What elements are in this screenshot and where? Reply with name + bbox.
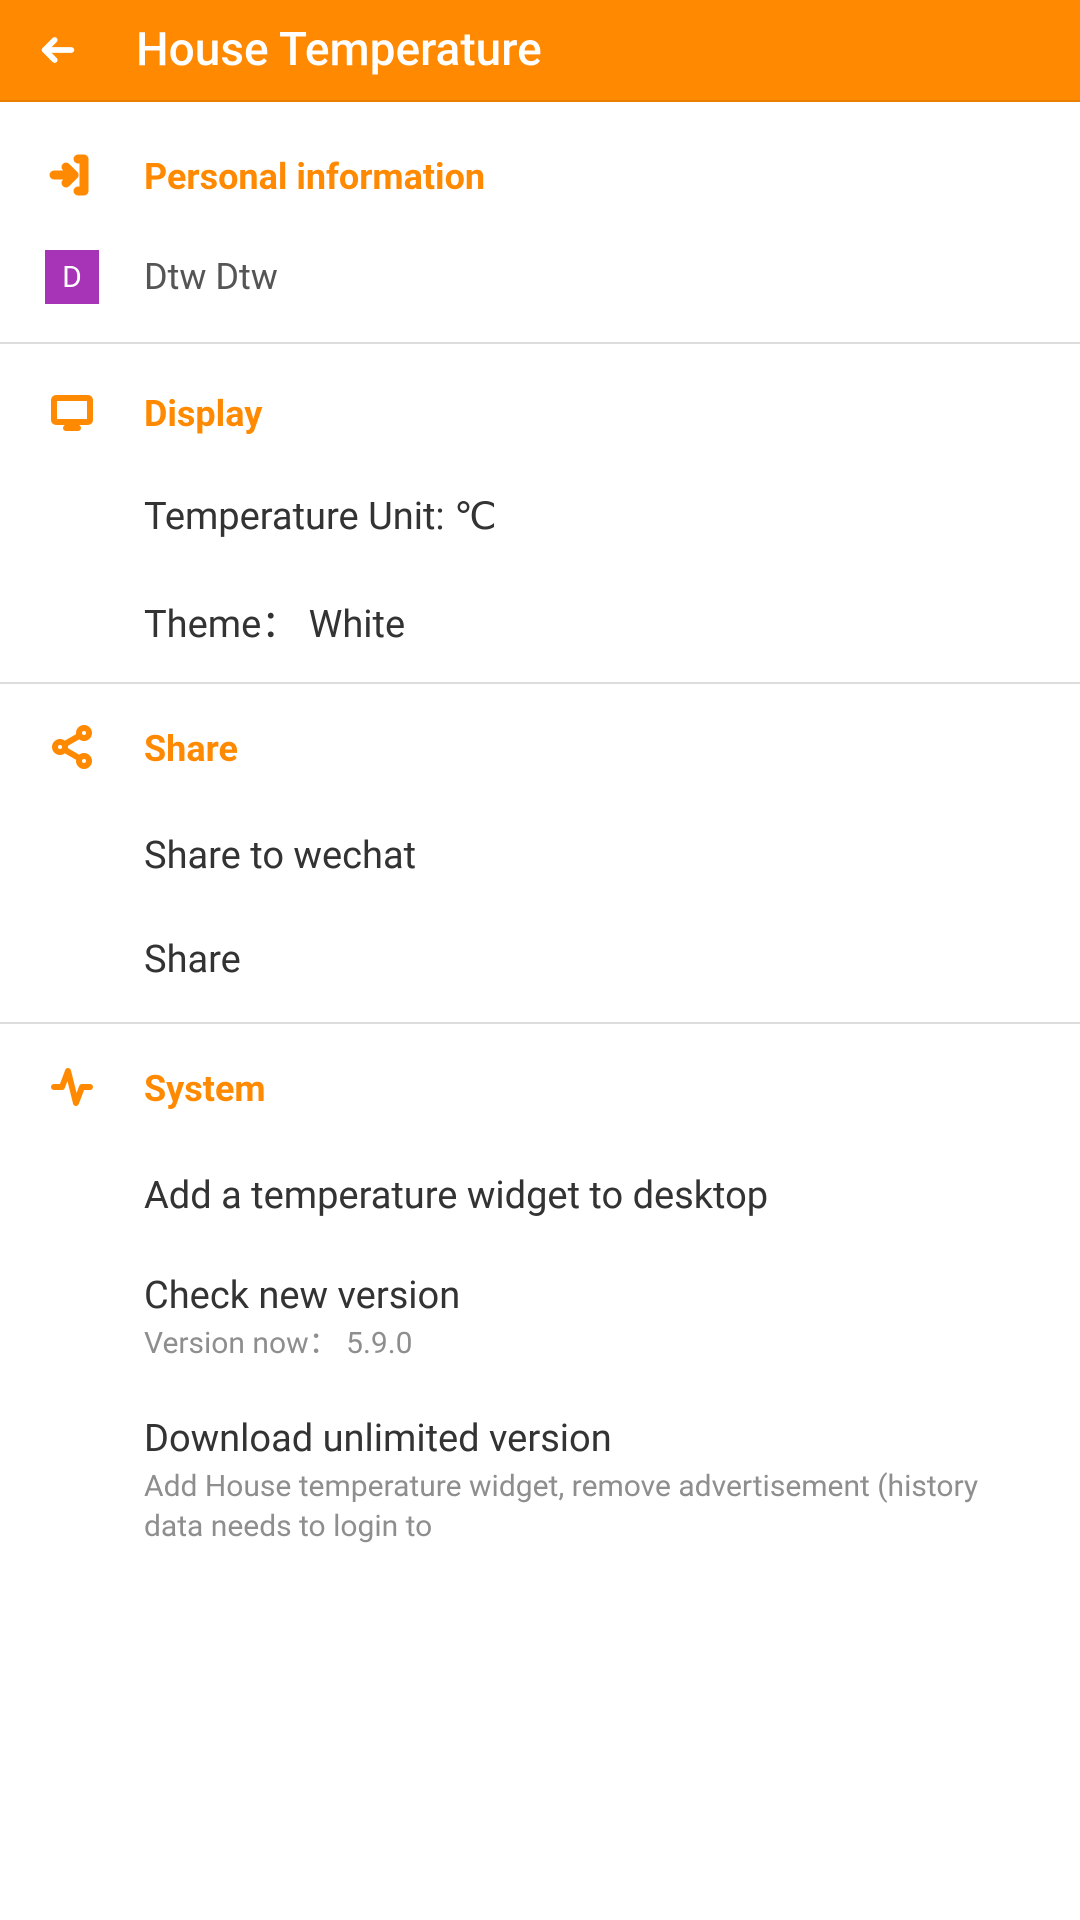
theme-row[interactable]: Theme： White <box>0 568 1080 672</box>
share-icon <box>48 723 96 775</box>
user-row[interactable]: D Dtw Dtw <box>0 222 1080 332</box>
section-display: Display Temperature Unit: ℃ Theme： White <box>0 344 1080 684</box>
section-system: System Add a temperature widget to deskt… <box>0 1024 1080 1574</box>
login-icon <box>48 151 96 203</box>
temperature-unit-row[interactable]: Temperature Unit: ℃ <box>0 464 1080 568</box>
temperature-unit-label: Temperature Unit: ℃ <box>144 494 497 539</box>
activity-icon <box>48 1063 96 1115</box>
share-section-title: Share <box>144 728 238 770</box>
download-unlimited-label: Download unlimited version <box>144 1417 1040 1461</box>
system-section-title: System <box>144 1068 266 1110</box>
back-button[interactable] <box>30 22 86 78</box>
download-unlimited-row[interactable]: Download unlimited version Add House tem… <box>0 1391 1080 1574</box>
display-section-title: Display <box>144 393 262 435</box>
section-personal: Personal information D Dtw Dtw <box>0 102 1080 344</box>
add-widget-label: Add a temperature widget to desktop <box>144 1174 768 1218</box>
share-wechat-label: Share to wechat <box>144 834 416 878</box>
add-widget-row[interactable]: Add a temperature widget to desktop <box>0 1144 1080 1248</box>
avatar-initial: D <box>62 260 82 295</box>
share-wechat-row[interactable]: Share to wechat <box>0 804 1080 908</box>
app-header: House Temperature <box>0 0 1080 102</box>
check-version-row[interactable]: Check new version Version now： 5.9.0 <box>0 1248 1080 1391</box>
share-generic-label: Share <box>144 938 241 982</box>
version-now-label: Version now： 5.9.0 <box>144 1324 460 1365</box>
check-version-label: Check new version <box>144 1274 460 1318</box>
avatar: D <box>45 250 99 304</box>
theme-label: Theme： White <box>144 593 405 648</box>
username-label: Dtw Dtw <box>144 256 278 298</box>
section-share: Share Share to wechat Share <box>0 684 1080 1024</box>
share-generic-row[interactable]: Share <box>0 908 1080 1012</box>
personal-section-title: Personal information <box>144 156 485 198</box>
download-unlimited-desc: Add House temperature widget, remove adv… <box>144 1467 1040 1548</box>
page-title: House Temperature <box>136 23 542 77</box>
display-icon <box>48 388 96 440</box>
